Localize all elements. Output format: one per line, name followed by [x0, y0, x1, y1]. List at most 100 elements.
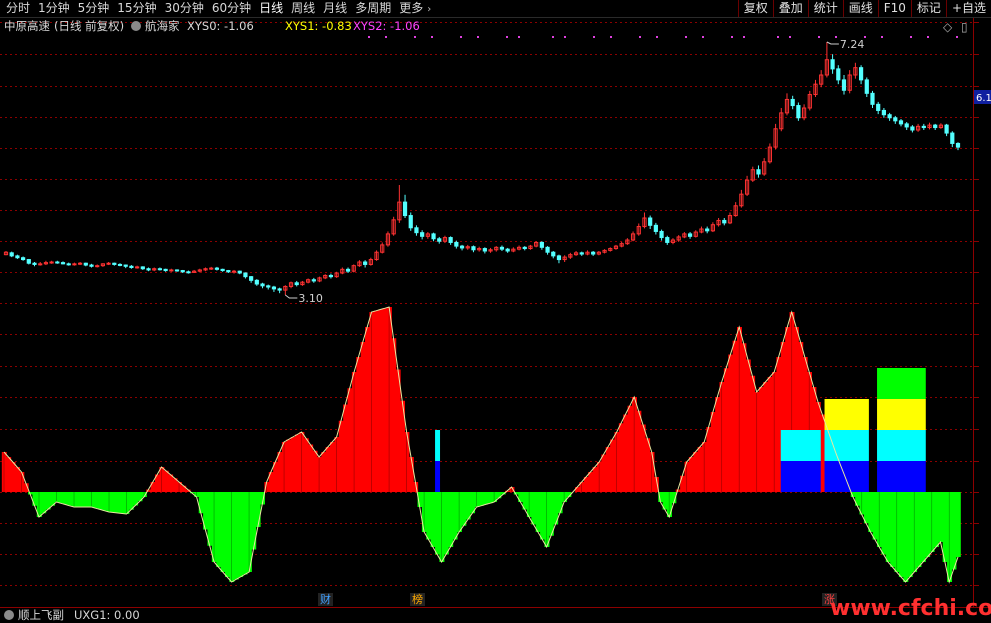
oscillator-bar — [119, 492, 125, 514]
oscillator-bar — [872, 492, 878, 540]
signal-block — [916, 430, 922, 461]
toolbar-button-6[interactable]: +自选 — [945, 0, 991, 17]
candle-body — [722, 219, 727, 224]
candle-body — [186, 271, 191, 274]
stock-name[interactable]: 中原高速 — [4, 18, 50, 34]
chart-mode: (日线 前复权) — [54, 19, 125, 33]
oscillator-bar — [592, 467, 598, 492]
candle-body — [790, 98, 795, 107]
candle-body — [112, 262, 117, 265]
period-toolbar: 分时 1分钟 5分钟 15分钟 30分钟 60分钟 日线 周线 月线 多周期 更多 › 复权 叠加 统计画… — [0, 0, 991, 18]
signal-block — [815, 461, 821, 492]
toolbar-button-1[interactable]: 叠加 — [772, 0, 808, 17]
candle-body — [32, 262, 37, 265]
toolbar-button-4[interactable]: F10 — [877, 0, 911, 17]
period-tab-3[interactable]: 15分钟 — [113, 0, 160, 17]
oscillator-bar — [448, 492, 454, 547]
candle-body — [841, 79, 847, 91]
signal-block — [877, 430, 883, 461]
oscillator-bar — [496, 492, 502, 499]
candle-body — [294, 282, 299, 286]
signal-dot — [593, 36, 595, 38]
signal-block — [912, 368, 918, 399]
toolbar-button-3[interactable]: 画线 — [842, 0, 878, 17]
chart-canvas[interactable]: 7.24 3.10 6.1 — [0, 0, 991, 623]
oscillator-bar — [325, 447, 331, 492]
toolbar-buttons: 复权 叠加 统计 画线 F10 标记 +自选 — [737, 0, 991, 17]
oscillator-bar — [461, 492, 467, 526]
period-tab-9[interactable]: 多周期 — [351, 0, 395, 17]
oscillator-bar — [776, 357, 782, 492]
signal-block — [898, 399, 904, 430]
signal-block — [859, 430, 865, 461]
oscillator-bar — [391, 338, 397, 492]
oscillator-bar — [63, 492, 69, 505]
oscillator-bar — [483, 492, 489, 505]
signal-block — [859, 461, 865, 492]
period-tab-0[interactable]: 分时 — [2, 0, 34, 17]
oscillator-bar — [478, 492, 484, 506]
signal-block — [907, 368, 913, 399]
signal-dot — [564, 36, 566, 38]
signal-block — [907, 461, 913, 492]
indicator-menu-icon-2[interactable] — [4, 610, 14, 620]
candle-body — [431, 233, 436, 240]
signal-block — [828, 461, 834, 492]
period-tab-8[interactable]: 月线 — [319, 0, 351, 17]
indicator-panel-name[interactable]: 顺上飞副 — [18, 608, 64, 623]
oscillator-bar — [408, 457, 414, 492]
signal-dot — [368, 36, 370, 38]
candle-body — [921, 125, 926, 129]
candle-body — [950, 132, 955, 144]
oscillator-bar — [10, 462, 16, 492]
panel-toggle-icon[interactable]: ▯ — [961, 20, 968, 34]
candle-body — [898, 120, 904, 125]
oscillator-bar — [242, 492, 248, 575]
candle-body — [209, 267, 214, 270]
period-tab-1[interactable]: 1分钟 — [34, 0, 74, 17]
oscillator-bar — [6, 457, 12, 492]
oscillator-bar — [207, 492, 213, 546]
candle-body — [49, 261, 54, 264]
period-tab-5[interactable]: 60分钟 — [208, 0, 255, 17]
signal-block — [885, 368, 891, 399]
signal-dot — [910, 36, 912, 38]
signal-block — [920, 399, 926, 430]
candle-body — [95, 265, 100, 268]
indicator-name[interactable]: 航海家 — [145, 18, 180, 34]
candle-body — [237, 270, 242, 274]
period-tab-2[interactable]: 5分钟 — [74, 0, 114, 17]
diamond-icon[interactable]: ◇ — [943, 20, 952, 34]
oscillator-bar — [41, 492, 47, 514]
oscillator-bar — [820, 414, 826, 492]
period-tab-7[interactable]: 周线 — [287, 0, 319, 17]
candle-body — [249, 276, 254, 281]
marker-bang: 榜 — [410, 593, 425, 606]
xys0-value: XYS0: -1.06 — [187, 19, 254, 33]
oscillator-bar — [623, 414, 629, 492]
signal-block — [789, 430, 795, 461]
oscillator-bar — [732, 340, 738, 492]
signal-dot — [506, 36, 508, 38]
signal-block — [859, 399, 865, 430]
signal-block — [916, 461, 922, 492]
toolbar-button-5[interactable]: 标记 — [910, 0, 946, 17]
oscillator-bar — [487, 492, 493, 504]
signal-block — [435, 430, 441, 461]
oscillator-bar — [84, 492, 90, 507]
period-tab-6[interactable]: 日线 — [255, 0, 287, 17]
toolbar-button-2[interactable]: 统计 — [807, 0, 843, 17]
oscillator-bar — [128, 492, 134, 510]
signal-block — [863, 430, 869, 461]
signal-block — [807, 461, 812, 492]
period-tab-4[interactable]: 30分钟 — [161, 0, 208, 17]
signal-block — [894, 399, 900, 430]
candle-body — [864, 79, 869, 94]
period-tab-10[interactable]: 更多 › — [395, 0, 435, 18]
oscillator-bar — [903, 492, 909, 582]
indicator-menu-icon[interactable] — [131, 21, 141, 31]
oscillator-bar — [531, 492, 537, 525]
toolbar-button-0[interactable]: 复权 — [737, 0, 773, 17]
candle-body — [169, 269, 174, 272]
candle-body — [220, 268, 225, 272]
